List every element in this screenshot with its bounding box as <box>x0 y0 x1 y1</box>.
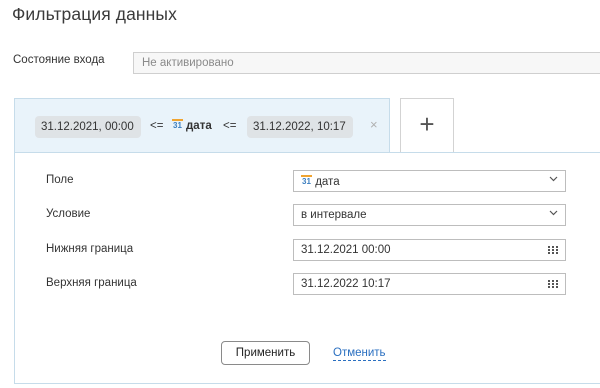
filter-editor-panel: Поле 31 дата Условие в интервале Нижняя … <box>14 152 600 384</box>
date-picker-icon[interactable] <box>548 246 558 255</box>
operator-left: <= <box>150 120 164 132</box>
login-state-field: Не активировано <box>133 52 600 74</box>
filter-field-chip: 31 дата <box>172 119 212 132</box>
condition-label: Условие <box>46 208 91 220</box>
cancel-link[interactable]: Отменить <box>333 347 386 361</box>
calendar-icon: 31 <box>301 175 312 186</box>
condition-select[interactable]: в интервале <box>293 204 566 226</box>
condition-select-value: в интервале <box>301 209 367 221</box>
filter-tab[interactable]: 31.12.2021, 00:00 <= 31 дата <= 31.12.202… <box>14 98 390 153</box>
remove-filter-icon[interactable]: × <box>370 117 378 132</box>
add-filter-button[interactable]: + <box>400 98 454 153</box>
field-select[interactable]: 31 дата <box>293 170 566 192</box>
filter-field-name: дата <box>186 120 212 132</box>
upper-bound-value: 31.12.2022 10:17 <box>301 278 391 290</box>
field-label: Поле <box>46 174 74 186</box>
apply-button[interactable]: Применить <box>221 341 310 365</box>
chevron-down-icon <box>549 174 558 186</box>
login-state-label: Состояние входа <box>13 54 105 66</box>
operator-right: <= <box>223 120 237 132</box>
calendar-icon: 31 <box>172 119 183 130</box>
filter-to-chip: 31.12.2022, 10:17 <box>247 116 353 138</box>
field-select-value: дата <box>315 176 340 188</box>
chevron-down-icon <box>549 208 558 220</box>
upper-bound-label: Верхняя граница <box>46 277 137 289</box>
lower-bound-value: 31.12.2021 00:00 <box>301 244 391 256</box>
page-title: Фильтрация данных <box>12 4 177 24</box>
lower-bound-input[interactable]: 31.12.2021 00:00 <box>293 239 566 261</box>
date-picker-icon[interactable] <box>548 280 558 289</box>
upper-bound-input[interactable]: 31.12.2022 10:17 <box>293 273 566 295</box>
lower-bound-label: Нижняя граница <box>46 243 134 255</box>
filter-from-chip: 31.12.2021, 00:00 <box>35 116 141 138</box>
